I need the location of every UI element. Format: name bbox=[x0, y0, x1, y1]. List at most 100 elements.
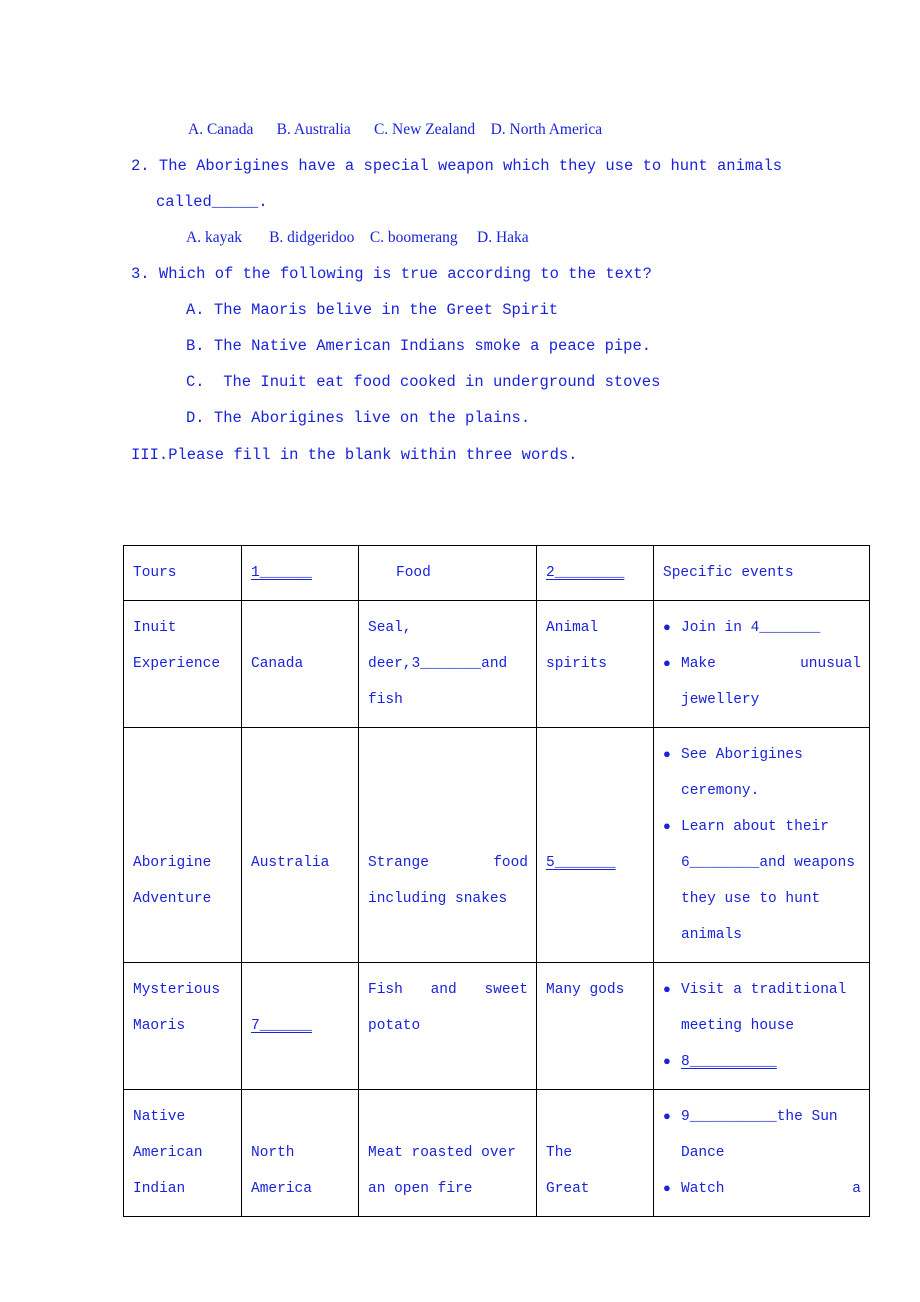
row1-tour-line2: Experience bbox=[133, 656, 221, 672]
row1-beliefs-line2: spirits bbox=[546, 656, 607, 672]
row4-tour-line1: Native bbox=[133, 1109, 186, 1125]
q3-option-a-line: A. The Maoris belive in the Greet Spirit bbox=[0, 292, 920, 328]
row1-beliefs-cell: Animal spirits bbox=[536, 600, 654, 728]
row3-beliefs-cell: Many gods bbox=[536, 962, 654, 1090]
table-row: Inuit Experience Canada Seal, deer,3____… bbox=[123, 600, 870, 728]
row2-event-item-2: ● Learn about their 6________and weapons… bbox=[663, 809, 861, 953]
q2-stem-text-2: called_____. bbox=[156, 193, 268, 211]
q1-options-text: A. Canada B. Australia C. New Zealand D.… bbox=[188, 121, 603, 138]
table-row: Native American Indian North America Mea… bbox=[123, 1089, 870, 1217]
section-heading-text: III.Please fill in the blank within thre… bbox=[131, 446, 578, 464]
row2-place-cell: Australia bbox=[241, 727, 359, 963]
row1-event-item-1: ● Join in 4_______ bbox=[663, 610, 861, 646]
q3-option-d-line: D. The Aborigines live on the plains. bbox=[0, 400, 920, 436]
row4-event-item-1: ● 9__________the Sun Dance bbox=[663, 1099, 861, 1171]
row4-food-line1: Meat roasted over bbox=[368, 1145, 516, 1161]
row4-event-text-1: 9__________the Sun Dance bbox=[681, 1109, 838, 1161]
q3-stem-text: 3. Which of the following is true accord… bbox=[131, 265, 652, 283]
row2-event-text-2: Learn about their 6________and weapons t… bbox=[681, 819, 856, 943]
row4-beliefs-cell: The Great bbox=[536, 1089, 654, 1217]
row2-tour-cell: Aborigine Adventure bbox=[123, 727, 242, 963]
row3-beliefs-text: Many gods bbox=[546, 982, 625, 998]
bullet-icon: ● bbox=[663, 1054, 671, 1069]
q2-options-text: A. kayak B. didgeridoo C. boomerang D. H… bbox=[186, 229, 529, 246]
q3-option-c-line: C. The Inuit eat food cooked in undergro… bbox=[0, 364, 920, 400]
table-row: Mysterious Maoris 7______ Fish and sweet… bbox=[123, 962, 870, 1090]
row1-event-item-2: ● Make unusual jewellery bbox=[663, 646, 861, 718]
q2-stem-text-1: 2. The Aborigines have a special weapon … bbox=[131, 157, 783, 175]
row1-event-text-2: Make unusual jewellery bbox=[681, 656, 861, 708]
row1-tour-line1: Inuit bbox=[133, 620, 177, 636]
row2-beliefs-cell: 5_______ bbox=[536, 727, 654, 963]
row4-food-line2: an open fire bbox=[368, 1181, 473, 1197]
row1-place-cell: Canada bbox=[241, 600, 359, 728]
document-page: A. Canada B. Australia C. New Zealand D.… bbox=[0, 0, 920, 1302]
row3-event-item-2: ● 8__________ bbox=[663, 1044, 861, 1080]
table-header-row: Tours 1______ Food 2________ Specific ev… bbox=[123, 545, 870, 601]
row3-food-cell: Fish and sweet potato bbox=[358, 962, 537, 1090]
q3-stem-line: 3. Which of the following is true accord… bbox=[0, 256, 920, 292]
row2-event-item-1: ● See Aborigines ceremony. bbox=[663, 737, 861, 809]
q2-stem-line-1: 2. The Aborigines have a special weapon … bbox=[0, 148, 920, 184]
row4-beliefs-line1: The bbox=[546, 1145, 573, 1161]
row3-event-item-1: ● Visit a traditional meeting house bbox=[663, 972, 861, 1044]
header-tours-label: Tours bbox=[133, 565, 177, 581]
bullet-icon: ● bbox=[663, 1181, 671, 1196]
bullet-icon: ● bbox=[663, 819, 671, 834]
bullet-icon: ● bbox=[663, 982, 671, 997]
q3-option-a-text: A. The Maoris belive in the Greet Spirit bbox=[186, 301, 559, 319]
row3-events-cell: ● Visit a traditional meeting house ● 8_… bbox=[653, 962, 870, 1090]
row3-tour-cell: Mysterious Maoris bbox=[123, 962, 242, 1090]
section-heading: III.Please fill in the blank within thre… bbox=[0, 437, 920, 473]
row3-tour-line1: Mysterious bbox=[133, 982, 221, 998]
row2-events-cell: ● See Aborigines ceremony. ● Learn about… bbox=[653, 727, 870, 963]
header-cell-events: Specific events bbox=[653, 545, 870, 601]
row2-food-line2: including snakes bbox=[368, 891, 508, 907]
row4-tour-line2: American bbox=[133, 1145, 203, 1161]
row4-place-line2: America bbox=[251, 1181, 312, 1197]
row1-event-text-1: Join in 4_______ bbox=[681, 620, 821, 636]
header-cell-food: Food bbox=[358, 545, 537, 601]
q2-options-line: A. kayak B. didgeridoo C. boomerang D. H… bbox=[0, 220, 920, 256]
header-cell-tours: Tours bbox=[123, 545, 242, 601]
q3-option-b-line: B. The Native American Indians smoke a p… bbox=[0, 328, 920, 364]
row4-events-cell: ● 9__________the Sun Dance ● Watch a bbox=[653, 1089, 870, 1217]
bullet-icon: ● bbox=[663, 1109, 671, 1124]
row4-tour-line3: Indian bbox=[133, 1181, 186, 1197]
q1-options-line: A. Canada B. Australia C. New Zealand D.… bbox=[0, 112, 920, 148]
header-cell-place: 1______ bbox=[241, 545, 359, 601]
row3-place-cell: 7______ bbox=[241, 962, 359, 1090]
row2-tour-line2: Adventure bbox=[133, 891, 212, 907]
row1-tour-cell: Inuit Experience bbox=[123, 600, 242, 728]
row4-beliefs-line2: Great bbox=[546, 1181, 590, 1197]
row4-tour-cell: Native American Indian bbox=[123, 1089, 242, 1217]
q2-stem-line-2: called_____. bbox=[0, 184, 920, 220]
header-cell-beliefs: 2________ bbox=[536, 545, 654, 601]
table-row: Aborigine Adventure Australia Strange fo… bbox=[123, 727, 870, 963]
row2-food-line1: Strange food bbox=[368, 855, 528, 871]
bullet-icon: ● bbox=[663, 747, 671, 762]
row4-event-text-2: Watch a bbox=[681, 1181, 861, 1197]
header-beliefs-blank: 2________ bbox=[546, 565, 625, 581]
row2-food-cell: Strange food including snakes bbox=[358, 727, 537, 963]
row2-beliefs-blank: 5_______ bbox=[546, 855, 616, 871]
row3-event-text-1: Visit a traditional meeting house bbox=[681, 982, 847, 1034]
header-food-label: Food bbox=[396, 565, 431, 581]
row3-tour-line2: Maoris bbox=[133, 1018, 186, 1034]
q3-option-b-text: B. The Native American Indians smoke a p… bbox=[186, 337, 652, 355]
q3-option-d-text: D. The Aborigines live on the plains. bbox=[186, 409, 531, 427]
row4-food-cell: Meat roasted over an open fire bbox=[358, 1089, 537, 1217]
tours-table: Tours 1______ Food 2________ Specific ev… bbox=[123, 545, 870, 1217]
bullet-icon: ● bbox=[663, 656, 671, 671]
row3-food-line1: Fish and sweet bbox=[368, 982, 528, 998]
row1-food-line2: deer,3_______and bbox=[368, 656, 508, 672]
row1-food-line1: Seal, bbox=[368, 620, 412, 636]
header-place-blank: 1______ bbox=[251, 565, 312, 581]
row1-place-text: Canada bbox=[251, 656, 304, 672]
header-events-label: Specific events bbox=[663, 565, 794, 581]
row1-food-line3: fish bbox=[368, 692, 403, 708]
row1-food-cell: Seal, deer,3_______and fish bbox=[358, 600, 537, 728]
q3-option-c-text: C. The Inuit eat food cooked in undergro… bbox=[186, 373, 661, 391]
row2-event-text-1: See Aborigines ceremony. bbox=[681, 747, 803, 799]
row2-place-text: Australia bbox=[251, 855, 330, 871]
